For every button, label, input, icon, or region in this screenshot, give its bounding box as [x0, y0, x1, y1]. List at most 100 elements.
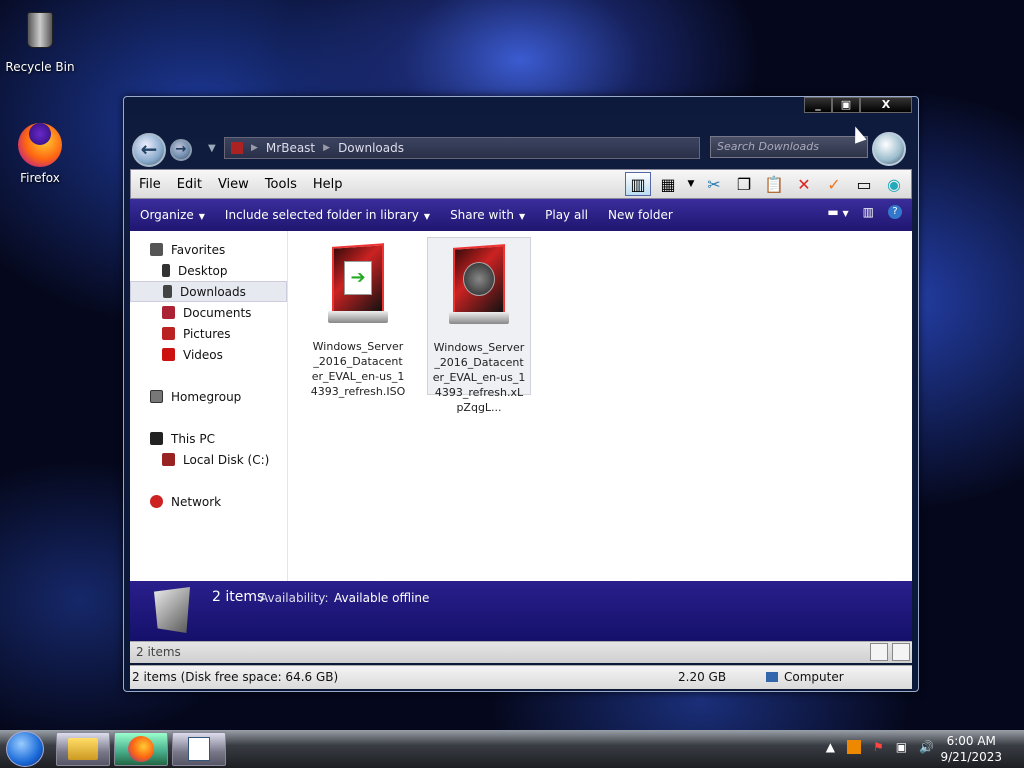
file-item[interactable]: Windows_Server_2016_Datacenter_EVAL_en-u… [427, 237, 531, 414]
total-size: 2.20 GB [678, 670, 727, 684]
minimize-button[interactable]: _ [804, 97, 832, 113]
system-tray: ▲ ⚑ ▣ 🔊 [826, 740, 934, 754]
menu-view[interactable]: View [210, 177, 257, 192]
unknown-file-icon [449, 244, 509, 328]
documents-icon [162, 306, 175, 319]
details-view-icon[interactable] [870, 643, 888, 661]
folder-icon [68, 738, 98, 760]
clock-time: 6:00 AM [946, 734, 996, 748]
play-all-button[interactable]: Play all [535, 208, 598, 222]
nav-local-disk[interactable]: Local Disk (C:) [130, 449, 287, 470]
search-input[interactable]: Search Downloads [710, 136, 868, 158]
taskbar-file-explorer[interactable] [56, 732, 110, 766]
clock-date: 9/21/2023 [940, 750, 1002, 764]
help-icon[interactable]: ? [888, 205, 902, 219]
search-icon[interactable] [872, 132, 906, 166]
checkmark-icon[interactable]: ✓ [821, 172, 847, 196]
availability-value: Available offline [334, 591, 430, 605]
menu-bar: File Edit View Tools Help ▥ ▦ ▼ ✂ ❐ 📋 ✕ … [130, 169, 912, 199]
preview-pane-icon[interactable]: ▥ [625, 172, 651, 196]
forward-arrow-icon: → [175, 142, 187, 157]
breadcrumb-separator-icon: ▶ [323, 143, 331, 153]
star-icon [150, 243, 163, 256]
desktop-icon-recycle-bin[interactable]: Recycle Bin [0, 8, 80, 74]
views-icon[interactable]: ▦ [655, 172, 681, 196]
recent-pages-dropdown[interactable]: ▼ [208, 143, 216, 154]
navigation-row: ← → ▼ ▶ MrBeast ▶ Downloads Search Downl… [130, 131, 910, 167]
navigation-pane: Favorites Desktop Downloads Documents Pi… [130, 231, 288, 581]
homegroup-icon [150, 390, 163, 403]
clock[interactable]: 6:00 AM 9/21/2023 [940, 733, 1002, 765]
desktop-icon-label: Firefox [20, 171, 60, 185]
iso-file-icon: ➔ [328, 243, 388, 327]
command-bar-right: ▬ ▼ ▥ ? [827, 205, 902, 219]
close-button[interactable]: X [860, 97, 912, 113]
menu-help[interactable]: Help [305, 177, 351, 192]
globe-icon[interactable]: ◉ [881, 172, 907, 196]
views-dropdown-icon[interactable]: ▼ [685, 172, 697, 196]
preview-pane-toggle-icon[interactable]: ▥ [863, 205, 874, 219]
recycle-bin-icon [18, 12, 62, 56]
command-bar: Organize ▼ Include selected folder in lib… [130, 199, 912, 231]
copy-icon[interactable]: ❐ [731, 172, 757, 196]
menu-file[interactable]: File [131, 177, 169, 192]
menu-edit[interactable]: Edit [169, 177, 210, 192]
desktop-icon-firefox[interactable]: Firefox [0, 112, 80, 185]
taskbar-firefox[interactable] [114, 732, 168, 766]
address-bar[interactable]: ▶ MrBeast ▶ Downloads [224, 137, 700, 159]
computer-icon [766, 672, 778, 682]
nav-favorites[interactable]: Favorites [130, 239, 287, 260]
folder-icon [231, 142, 243, 154]
forward-button[interactable]: → [170, 139, 192, 161]
info-bar: 2 items (Disk free space: 64.6 GB) 2.20 … [130, 665, 912, 689]
nav-network[interactable]: Network [130, 491, 287, 512]
show-hidden-icons-icon[interactable]: ▲ [826, 740, 835, 754]
nav-desktop[interactable]: Desktop [130, 260, 287, 281]
network-icon[interactable]: ▣ [896, 740, 907, 754]
nav-pictures[interactable]: Pictures [130, 323, 287, 344]
firefox-icon [128, 736, 154, 762]
file-item[interactable]: ➔ Windows_Server_2016_Datacenter_EVAL_en… [306, 237, 410, 398]
change-view-icon[interactable]: ▬ ▼ [827, 205, 848, 219]
nav-homegroup[interactable]: Homegroup [130, 386, 287, 407]
nav-documents[interactable]: Documents [130, 302, 287, 323]
nav-videos[interactable]: Videos [130, 344, 287, 365]
content-area: Favorites Desktop Downloads Documents Pi… [130, 231, 912, 581]
disk-free-summary: 2 items (Disk free space: 64.6 GB) [132, 670, 339, 684]
paste-icon[interactable]: 📋 [761, 172, 787, 196]
new-folder-button[interactable]: New folder [598, 208, 683, 222]
start-button[interactable] [6, 731, 44, 767]
nav-downloads[interactable]: Downloads [130, 281, 287, 302]
cut-icon[interactable]: ✂ [701, 172, 727, 196]
nav-this-pc[interactable]: This PC [130, 428, 287, 449]
explorer-window: _ ▣ X ← → ▼ ▶ MrBeast ▶ Downloads Search… [123, 96, 919, 692]
details-item-count: 2 items [212, 589, 265, 605]
taskbar-app[interactable] [172, 732, 226, 766]
delete-icon[interactable]: ✕ [791, 172, 817, 196]
details-pane: 2 items Availability: Available offline [130, 581, 912, 641]
breadcrumb-downloads[interactable]: Downloads [338, 141, 404, 155]
organize-button[interactable]: Organize ▼ [130, 208, 215, 222]
back-button[interactable]: ← [132, 133, 166, 167]
menu-tools[interactable]: Tools [257, 177, 305, 192]
status-item-count: 2 items [136, 645, 181, 659]
app-tray-icon[interactable] [846, 740, 861, 754]
action-center-icon[interactable]: ⚑ [873, 740, 884, 754]
share-with-button[interactable]: Share with ▼ [440, 208, 535, 222]
pictures-icon [162, 327, 175, 340]
properties-icon[interactable]: ▭ [851, 172, 877, 196]
back-arrow-icon: ← [140, 137, 158, 161]
breadcrumb-mrbeast[interactable]: MrBeast [266, 141, 315, 155]
computer-icon [150, 432, 163, 445]
file-name: Windows_Server_2016_Datacenter_EVAL_en-u… [432, 341, 526, 414]
desktop-icon-label: Recycle Bin [5, 60, 75, 74]
drive-icon [162, 453, 175, 466]
desktop-icon [162, 264, 170, 277]
file-name: Windows_Server_2016_Datacenter_EVAL_en-u… [310, 340, 406, 398]
large-icons-view-icon[interactable] [892, 643, 910, 661]
maximize-button[interactable]: ▣ [832, 97, 860, 113]
network-icon [150, 495, 163, 508]
volume-icon[interactable]: 🔊 [919, 740, 934, 754]
include-in-library-button[interactable]: Include selected folder in library ▼ [215, 208, 440, 222]
status-bar: 2 items [130, 641, 912, 663]
